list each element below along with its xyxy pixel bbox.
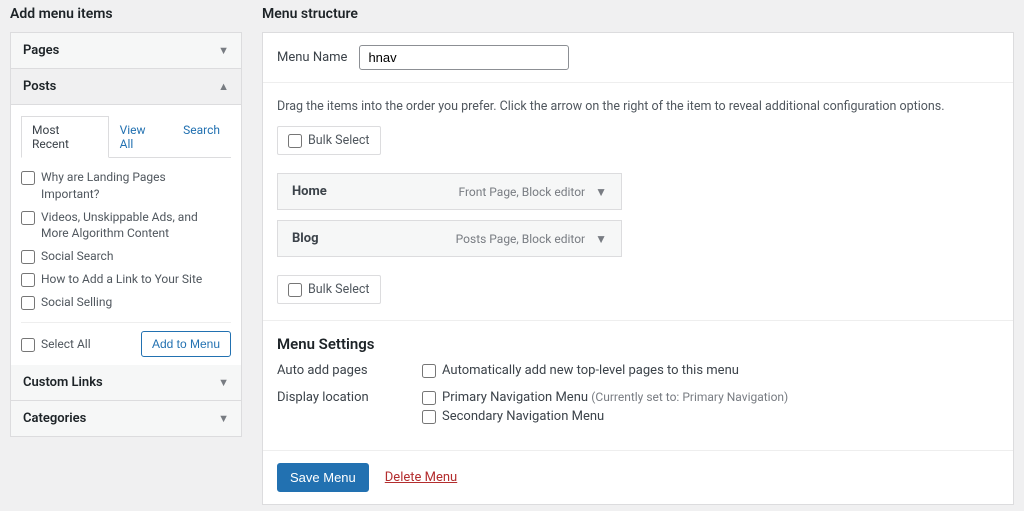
display-location-label: Display location: [277, 390, 422, 428]
add-menu-items-heading: Add menu items: [10, 6, 242, 22]
bulk-select-top[interactable]: Bulk Select: [277, 126, 381, 155]
post-checkbox-item[interactable]: Videos, Unskippable Ads, and More Algori…: [21, 206, 227, 246]
menu-item-type: Front Page, Block editor: [458, 185, 585, 199]
post-checkbox-item[interactable]: Social Selling: [21, 291, 227, 314]
select-all[interactable]: Select All: [21, 333, 91, 356]
bulk-select-bottom[interactable]: Bulk Select: [277, 275, 381, 304]
menu-item-type: Posts Page, Block editor: [456, 232, 585, 246]
accordion-pages[interactable]: Pages ▼: [11, 33, 241, 69]
chevron-down-icon[interactable]: ▼: [595, 232, 607, 246]
select-all-checkbox[interactable]: [21, 338, 35, 352]
post-checkbox[interactable]: [21, 296, 35, 310]
menu-name-input[interactable]: [359, 45, 569, 70]
post-checkbox-item[interactable]: How to Add a Link to Your Site: [21, 268, 227, 291]
auto-add-option[interactable]: Automatically add new top-level pages to…: [422, 363, 999, 378]
menu-item[interactable]: Home Front Page, Block editor ▼: [277, 173, 622, 210]
secondary-nav-checkbox[interactable]: [422, 410, 436, 424]
posts-checklist[interactable]: Why are Landing Pages Important? Videos,…: [21, 166, 231, 314]
auto-add-checkbox[interactable]: [422, 364, 436, 378]
save-menu-button[interactable]: Save Menu: [277, 463, 369, 492]
post-checkbox[interactable]: [21, 250, 35, 264]
primary-nav-option[interactable]: Primary Navigation Menu (Currently set t…: [422, 390, 999, 405]
tab-view-all[interactable]: View All: [109, 116, 173, 158]
bulk-select-checkbox[interactable]: [288, 134, 302, 148]
add-to-menu-button[interactable]: Add to Menu: [141, 331, 231, 357]
accordion-pages-label: Pages: [23, 43, 59, 58]
accordion-categories[interactable]: Categories ▼: [11, 401, 241, 436]
secondary-nav-option[interactable]: Secondary Navigation Menu: [422, 409, 999, 424]
instruction-text: Drag the items into the order you prefer…: [277, 99, 999, 114]
menu-structure-heading: Menu structure: [262, 6, 1014, 22]
post-checkbox-item[interactable]: Social Search: [21, 245, 227, 268]
delete-menu-link[interactable]: Delete Menu: [385, 470, 457, 485]
menu-settings-heading: Menu Settings: [277, 335, 999, 353]
chevron-down-icon[interactable]: ▼: [595, 185, 607, 199]
accordion-categories-label: Categories: [23, 411, 86, 426]
post-checkbox[interactable]: [21, 211, 35, 225]
bulk-select-checkbox[interactable]: [288, 283, 302, 297]
accordion-custom-links[interactable]: Custom Links ▼: [11, 365, 241, 401]
post-checkbox-item[interactable]: Why are Landing Pages Important?: [21, 166, 227, 206]
chevron-down-icon: ▼: [218, 412, 229, 425]
auto-add-label: Auto add pages: [277, 363, 422, 382]
tab-search[interactable]: Search: [172, 116, 231, 158]
primary-nav-checkbox[interactable]: [422, 391, 436, 405]
post-checkbox[interactable]: [21, 273, 35, 287]
accordion-posts[interactable]: Posts ▲: [11, 69, 241, 105]
tab-most-recent[interactable]: Most Recent: [21, 116, 109, 158]
accordion-posts-label: Posts: [23, 79, 56, 94]
post-checkbox[interactable]: [21, 171, 35, 185]
chevron-down-icon: ▼: [218, 44, 229, 57]
chevron-up-icon: ▲: [218, 80, 229, 93]
menu-item-label: Blog: [292, 231, 319, 246]
chevron-down-icon: ▼: [218, 376, 229, 389]
menu-item-label: Home: [292, 184, 327, 199]
accordion-custom-links-label: Custom Links: [23, 375, 103, 390]
menu-item[interactable]: Blog Posts Page, Block editor ▼: [277, 220, 622, 257]
menu-name-label: Menu Name: [277, 50, 347, 65]
